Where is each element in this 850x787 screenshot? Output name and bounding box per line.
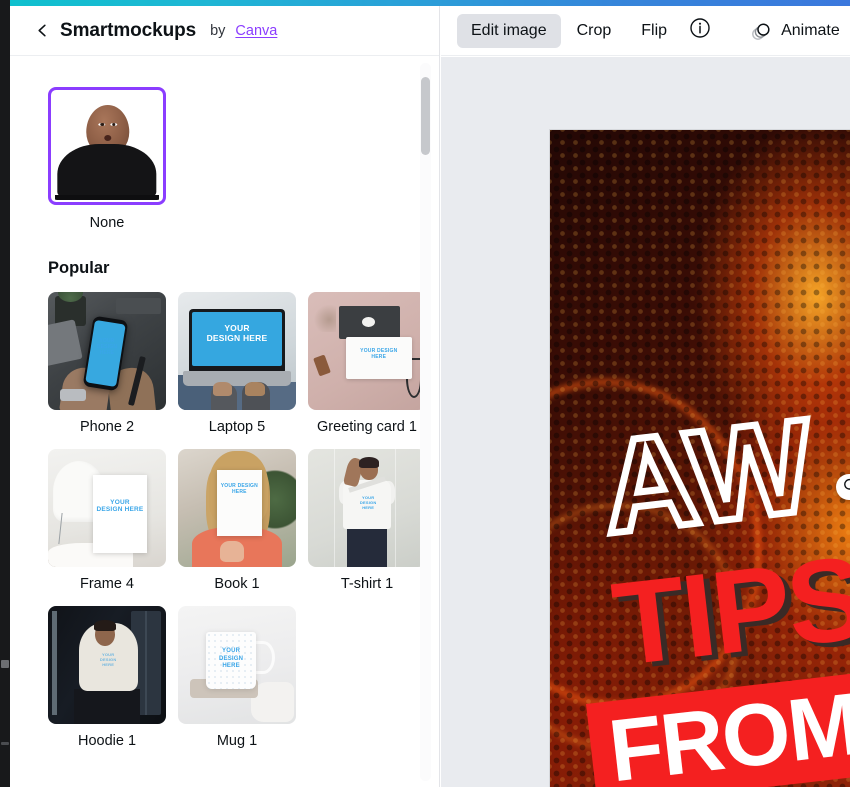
scene-book-cover	[216, 470, 262, 537]
mockup-item-none[interactable]: None	[48, 87, 166, 231]
rotate-icon	[842, 477, 850, 497]
scene-notebook	[116, 297, 162, 315]
photo-baseline	[55, 194, 159, 200]
mockup-label-mug-1: Mug 1	[216, 733, 258, 749]
scene-picture-frame	[92, 474, 148, 553]
rail-icon-lower[interactable]	[1, 742, 9, 745]
flip-button[interactable]: Flip	[627, 14, 681, 48]
design-placeholder-text: YOUR DESIGN HERE	[99, 652, 117, 667]
mockup-label-t-shirt-1: T-shirt 1	[340, 576, 394, 592]
mockup-label-hoodie-1: Hoodie 1	[77, 733, 137, 749]
mockup-thumb-phone-2[interactable]: YOUR DESIGN HERE	[48, 292, 166, 410]
person-body	[57, 143, 157, 196]
mockup-item-hoodie-1[interactable]: YOUR DESIGN HERE Hoodie 1	[48, 606, 166, 749]
mockup-label-laptop-5: Laptop 5	[208, 419, 266, 435]
scene-hand-right	[245, 381, 266, 396]
design-placeholder-text: YOUR DESIGN HERE	[96, 498, 144, 514]
info-circle-icon	[689, 17, 711, 44]
scene-laptop-edge	[48, 318, 83, 367]
design-placeholder-text: YOUR DESIGN HERE	[220, 483, 258, 496]
scene-leaf	[312, 301, 337, 333]
design-placeholder-text: YOUR DESIGN HERE	[206, 322, 268, 343]
mockup-thumb-t-shirt-1[interactable]: YOUR DESIGN HERE	[308, 449, 426, 567]
attribution-label: by	[210, 22, 226, 39]
panel-header: Smartmockups by Canva	[10, 6, 439, 56]
left-app-rail[interactable]	[0, 0, 10, 787]
scene-watch	[59, 388, 86, 401]
poster-headline-line-1: AW	[591, 388, 822, 565]
mockup-item-greeting-card-1[interactable]: YOUR DESIGN HERE Greeting card 1	[308, 292, 426, 435]
page-title: Smartmockups	[60, 19, 197, 41]
mockup-thumb-none[interactable]	[48, 87, 166, 205]
scene-wall-line-2	[395, 449, 397, 567]
animate-button-label: Animate	[781, 21, 840, 39]
scene-pants	[346, 524, 388, 567]
mockup-label-book-1: Book 1	[214, 576, 260, 592]
scene-hand	[220, 541, 245, 563]
mockup-item-t-shirt-1[interactable]: YOUR DESIGN HERE T-shirt 1	[308, 449, 426, 592]
scene-wall-line-1	[333, 449, 335, 567]
image-toolbar: Edit image Crop Flip Animate	[441, 6, 850, 56]
top-accent-bar	[10, 0, 850, 6]
mockup-label-greeting-card-1: Greeting card 1	[317, 419, 417, 435]
animate-circles-icon	[749, 19, 773, 43]
mockup-thumb-frame-4[interactable]: YOUR DESIGN HERE	[48, 449, 166, 567]
section-title-popular: Popular	[48, 259, 110, 277]
mockup-label-none: None	[89, 215, 125, 231]
mockup-thumb-book-1[interactable]: YOUR DESIGN HERE	[178, 449, 296, 567]
design-placeholder-text: YOUR DESIGN HERE	[360, 347, 398, 360]
brand-link-canva[interactable]: Canva	[235, 23, 277, 39]
person-eye-left	[98, 122, 106, 127]
rail-icon-upper[interactable]	[1, 660, 9, 668]
person-mouth	[103, 134, 112, 141]
mockup-item-phone-2[interactable]: YOUR DESIGN HERE Phone 2	[48, 292, 166, 435]
design-placeholder-text: YOUR DESIGN HERE	[218, 648, 244, 669]
mockup-item-laptop-5[interactable]: YOUR DESIGN HERE Laptop 5	[178, 292, 296, 435]
app-root: Smartmockups by Canva None Popular YOUR …	[0, 0, 850, 787]
person-preview-image	[53, 92, 161, 200]
scene-laptop-base	[182, 371, 292, 387]
mockup-item-book-1[interactable]: YOUR DESIGN HERE Book 1	[178, 449, 296, 592]
person-eye-right	[110, 122, 118, 127]
design-placeholder-text: YOUR DESIGN HERE	[96, 338, 118, 356]
scene-hair	[358, 457, 379, 468]
mockup-label-phone-2: Phone 2	[79, 419, 135, 435]
animate-button[interactable]: Animate	[735, 14, 850, 48]
panel-scrollbar-thumb[interactable]	[421, 77, 430, 155]
chevron-left-icon	[35, 23, 50, 38]
edit-image-button[interactable]: Edit image	[457, 13, 561, 48]
selected-image-poster[interactable]: AW TIPS FROM	[550, 130, 850, 787]
mockup-thumb-hoodie-1[interactable]: YOUR DESIGN HERE	[48, 606, 166, 724]
scene-hair	[94, 620, 117, 631]
poster-headline-line-2: TIPS	[606, 531, 850, 692]
mockup-label-frame-4: Frame 4	[80, 576, 134, 592]
scene-hand-left	[213, 381, 233, 396]
mockup-item-mug-1[interactable]: YOUR DESIGN HERE Mug 1	[178, 606, 296, 749]
scene-envelope	[338, 306, 401, 340]
design-placeholder-text: YOUR DESIGN HERE	[359, 495, 377, 510]
smartmockups-panel: Smartmockups by Canva None Popular YOUR …	[10, 6, 440, 787]
mockup-thumb-mug-1[interactable]: YOUR DESIGN HERE	[178, 606, 296, 724]
scene-legs	[73, 688, 141, 724]
panel-scroll-body: None Popular YOUR DESIGN HERE Phone 2 YO…	[10, 57, 439, 787]
scene-wax-stick	[313, 354, 331, 377]
mockup-item-frame-4[interactable]: YOUR DESIGN HERE Frame 4	[48, 449, 166, 592]
panel-scrollbar[interactable]	[420, 63, 431, 781]
info-button[interactable]	[689, 14, 711, 48]
scene-window-frame	[145, 610, 148, 715]
scene-light-strip	[51, 610, 58, 715]
back-button[interactable]	[34, 23, 50, 39]
design-canvas[interactable]: AW TIPS FROM	[441, 57, 850, 787]
mockup-thumb-greeting-card-1[interactable]: YOUR DESIGN HERE	[308, 292, 426, 410]
mockup-grid: YOUR DESIGN HERE Phone 2 YOUR DESIGN HER…	[48, 292, 426, 749]
mockup-thumb-laptop-5[interactable]: YOUR DESIGN HERE	[178, 292, 296, 410]
crop-button[interactable]: Crop	[563, 14, 626, 48]
